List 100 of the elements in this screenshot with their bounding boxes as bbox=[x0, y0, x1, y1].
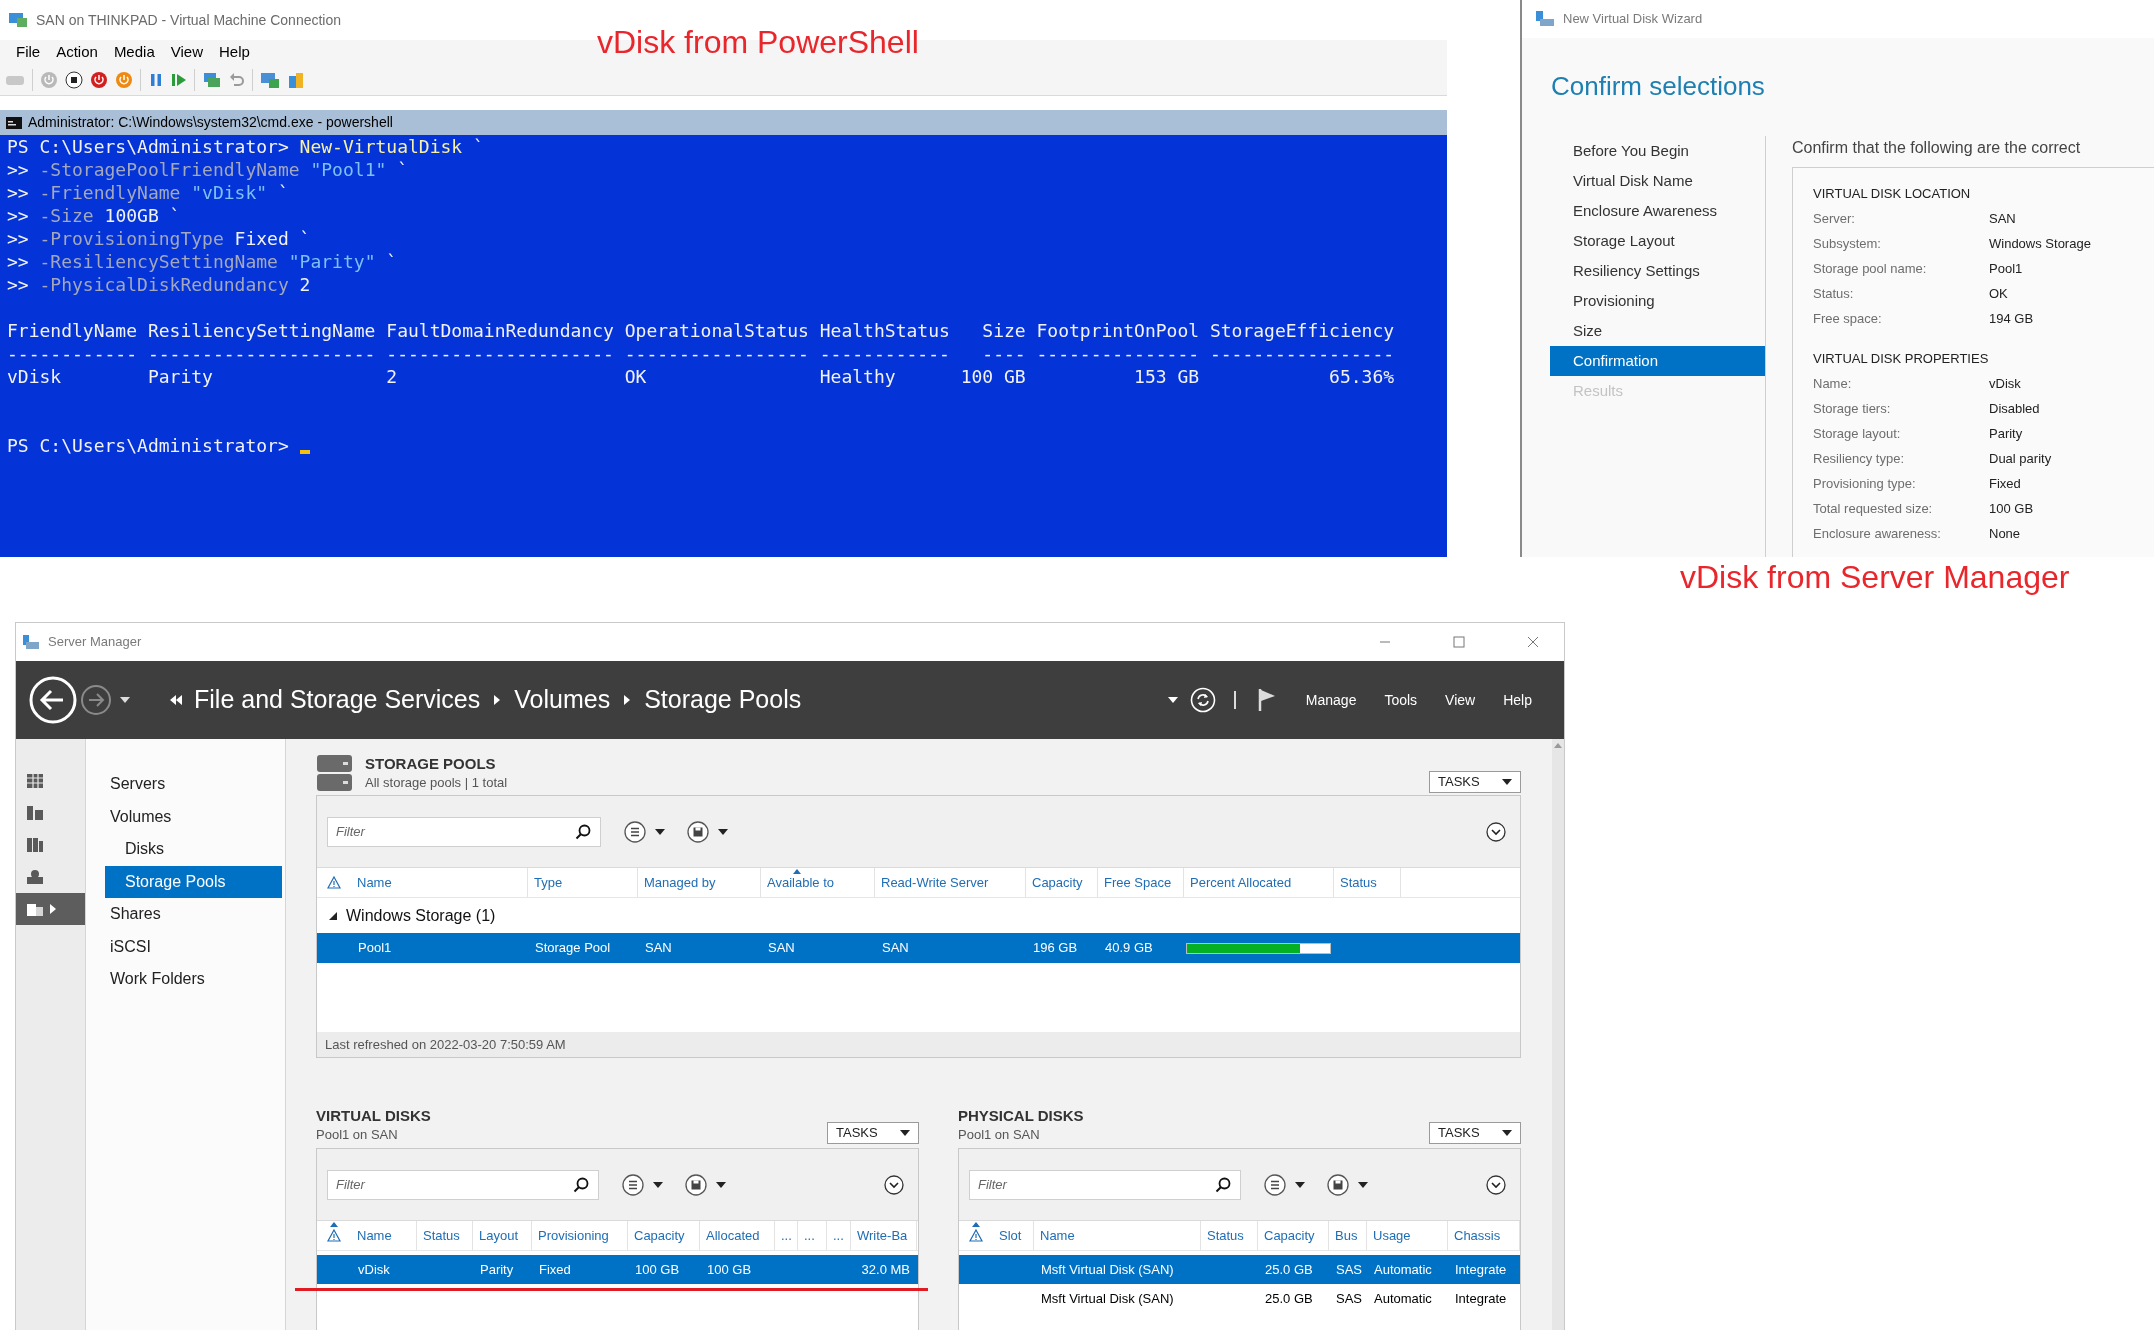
intro-text: Confirm that the following are the correct bbox=[1792, 138, 2082, 158]
breadcrumb-item[interactable]: File and Storage Services bbox=[194, 681, 481, 719]
column-header[interactable]: Bus bbox=[1329, 1221, 1367, 1250]
column-header[interactable]: Available to bbox=[761, 868, 875, 897]
console-line: FriendlyName ResiliencySettingName FaultDomainRedundancy OperationalStatus HealthStatus Size FootprintOnPool StorageEfficiency bbox=[7, 319, 1395, 342]
menu-item[interactable]: Help bbox=[211, 41, 258, 64]
menu-item[interactable]: Help bbox=[1489, 689, 1546, 711]
column-header[interactable]: Status bbox=[417, 1221, 473, 1250]
field-label: Subsystem: bbox=[1813, 234, 1882, 253]
column-header[interactable]: Usage bbox=[1367, 1221, 1448, 1250]
close-button[interactable] bbox=[1526, 635, 1540, 649]
column-header[interactable]: Chassis bbox=[1448, 1221, 1520, 1250]
field-value: Windows Storage bbox=[1989, 234, 2091, 253]
undo-icon bbox=[229, 72, 245, 88]
sidebar-item[interactable] bbox=[16, 893, 85, 925]
tasks-button[interactable]: TASKS bbox=[1429, 1122, 1521, 1144]
wizard-step[interactable]: Confirmation bbox=[1550, 346, 1765, 376]
column-header[interactable]: Read-Write Server bbox=[875, 868, 1026, 897]
column-header[interactable]: Capacity bbox=[628, 1221, 700, 1250]
menu-item[interactable]: File bbox=[8, 41, 49, 64]
menu-item[interactable]: Action bbox=[48, 41, 106, 64]
column-header[interactable]: ... bbox=[775, 1221, 798, 1250]
refresh-icon[interactable] bbox=[1189, 687, 1216, 713]
console-line: >> -ResiliencySettingName "Parity" ` bbox=[7, 250, 398, 273]
nav-item[interactable]: Servers bbox=[105, 768, 282, 801]
breadcrumb-item[interactable]: Storage Pools bbox=[644, 681, 802, 719]
scrollbar[interactable] bbox=[1552, 739, 1564, 1330]
nav-item[interactable]: iSCSI bbox=[105, 930, 282, 963]
caret-icon bbox=[1502, 779, 1512, 785]
nav-item[interactable]: Volumes bbox=[105, 800, 282, 833]
column-header[interactable]: Provisioning bbox=[532, 1221, 628, 1250]
wizard-step[interactable]: Resiliency Settings bbox=[1550, 256, 1765, 286]
column-header[interactable]: Status bbox=[1334, 868, 1401, 897]
save-icon[interactable] bbox=[685, 1173, 707, 1196]
table-cell-text: 32.0 MB bbox=[860, 1260, 911, 1279]
column-header[interactable]: Name bbox=[351, 868, 528, 897]
expand-circle-icon[interactable] bbox=[1486, 1174, 1506, 1195]
power-icon bbox=[115, 71, 133, 89]
column-header[interactable]: Capacity bbox=[1258, 1221, 1329, 1250]
menu-item[interactable]: Manage bbox=[1291, 689, 1371, 711]
warning-icon bbox=[969, 1229, 983, 1242]
column-header[interactable]: Status bbox=[1201, 1221, 1258, 1250]
table-cell-text: SAS bbox=[1335, 1289, 1363, 1308]
flag-icon[interactable] bbox=[1257, 688, 1276, 712]
table-row[interactable]: Pool1 Storage Pool SAN SAN SAN 196 GB 40.9 GB bbox=[317, 933, 1520, 963]
column-header[interactable]: Managed by bbox=[638, 868, 761, 897]
column-header[interactable]: ... bbox=[827, 1221, 851, 1250]
expanded-icon[interactable] bbox=[329, 911, 337, 920]
column-header[interactable]: ... bbox=[798, 1221, 827, 1250]
servers-icon bbox=[26, 837, 44, 853]
column-header[interactable]: Name bbox=[351, 1221, 417, 1250]
nav-item[interactable]: Storage Pools bbox=[105, 865, 282, 898]
wizard-step[interactable]: Provisioning bbox=[1550, 286, 1765, 316]
field-label: Total requested size: bbox=[1813, 499, 1934, 518]
tasks-button[interactable]: TASKS bbox=[1429, 771, 1521, 793]
list-icon[interactable] bbox=[622, 1173, 644, 1196]
back-button[interactable] bbox=[29, 676, 77, 724]
save-icon[interactable] bbox=[687, 820, 709, 843]
expand-circle-icon[interactable] bbox=[884, 1174, 904, 1195]
nav-item[interactable]: Shares bbox=[105, 898, 282, 931]
menu-item[interactable]: Media bbox=[105, 41, 163, 64]
column-header[interactable]: Free Space bbox=[1098, 868, 1184, 897]
wizard-step[interactable]: Before You Begin bbox=[1550, 136, 1765, 166]
column-header[interactable]: Layout bbox=[473, 1221, 532, 1250]
list-icon[interactable] bbox=[1264, 1173, 1286, 1196]
filter-field[interactable]: Filter bbox=[969, 1169, 1241, 1200]
filter-field[interactable]: Filter bbox=[327, 816, 601, 847]
filter-field[interactable]: Filter bbox=[327, 1169, 599, 1200]
section-subtitle: Pool1 on SAN bbox=[316, 1126, 399, 1144]
menu-item[interactable]: View bbox=[1431, 689, 1490, 711]
nav-item[interactable]: Disks bbox=[105, 833, 282, 866]
list-icon[interactable] bbox=[624, 820, 646, 843]
column-header[interactable]: Name bbox=[1034, 1221, 1201, 1250]
column-header[interactable]: Write-Ba bbox=[851, 1221, 917, 1250]
grid-icon bbox=[26, 773, 44, 789]
nav-item[interactable]: Work Folders bbox=[105, 963, 282, 996]
wizard-step[interactable]: Size bbox=[1550, 316, 1765, 346]
breadcrumb-item[interactable]: Volumes bbox=[514, 681, 611, 719]
caret-icon bbox=[655, 828, 665, 835]
save-icon[interactable] bbox=[1327, 1173, 1349, 1196]
section-title: STORAGE POOLS bbox=[365, 754, 497, 774]
table-cell-text: vDisk bbox=[357, 1260, 391, 1279]
column-header[interactable]: Slot bbox=[993, 1221, 1034, 1250]
table-row[interactable]: Msft Virtual Disk (SAN) 25.0 GB SAS Automatic Integrate bbox=[959, 1284, 1520, 1313]
forward-button[interactable] bbox=[80, 684, 112, 716]
table-row[interactable]: vDisk Parity Fixed 100 GB 100 GB 32.0 MB bbox=[317, 1255, 918, 1284]
column-header[interactable]: Allocated bbox=[700, 1221, 775, 1250]
table-row[interactable]: Msft Virtual Disk (SAN) 25.0 GB SAS Automatic Integrate bbox=[959, 1255, 1520, 1284]
expand-circle-icon[interactable] bbox=[1486, 821, 1506, 842]
warning-icon bbox=[327, 876, 341, 889]
tasks-button[interactable]: TASKS bbox=[827, 1122, 919, 1144]
column-header[interactable]: Type bbox=[528, 868, 638, 897]
wizard-step[interactable]: Enclosure Awareness bbox=[1550, 196, 1765, 226]
menu-item[interactable]: View bbox=[162, 41, 211, 64]
field-value: Fixed bbox=[1989, 474, 2021, 493]
wizard-step[interactable]: Virtual Disk Name bbox=[1550, 166, 1765, 196]
column-header[interactable]: Percent Allocated bbox=[1184, 868, 1334, 897]
menu-item[interactable]: Tools bbox=[1370, 689, 1432, 711]
wizard-step[interactable]: Storage Layout bbox=[1550, 226, 1765, 256]
column-header[interactable]: Capacity bbox=[1026, 868, 1098, 897]
